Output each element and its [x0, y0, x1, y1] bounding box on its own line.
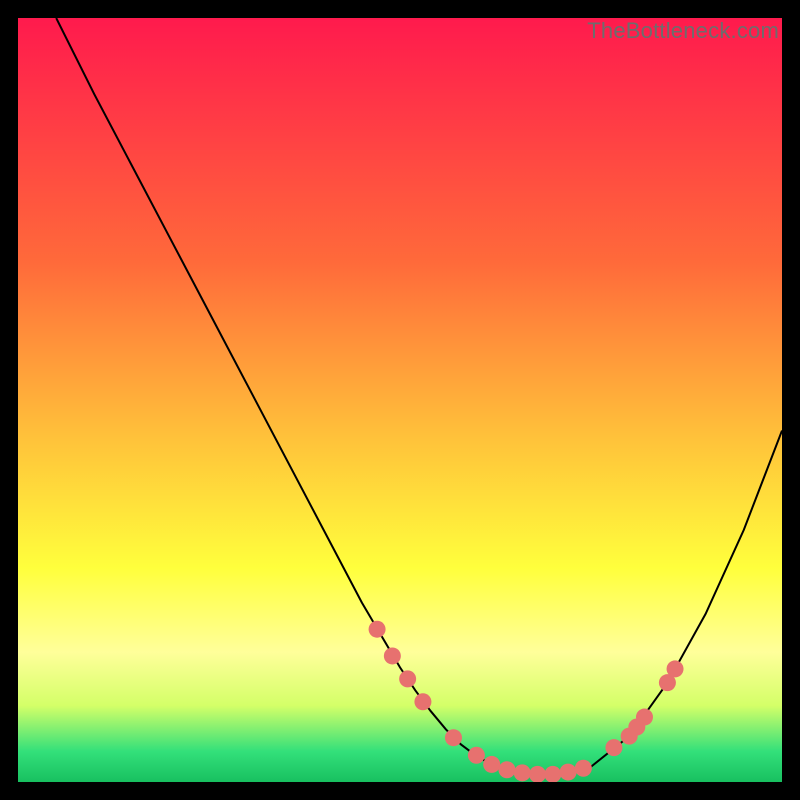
marker-dot	[514, 764, 531, 781]
marker-dot	[483, 756, 500, 773]
marker-dot	[575, 760, 592, 777]
marker-dot	[560, 764, 577, 781]
bottleneck-chart	[18, 18, 782, 782]
marker-dot	[369, 621, 386, 638]
marker-dot	[667, 660, 684, 677]
marker-dot	[445, 729, 462, 746]
marker-dot	[399, 670, 416, 687]
marker-dot	[384, 647, 401, 664]
marker-dot	[636, 709, 653, 726]
marker-dot	[498, 761, 515, 778]
marker-dot	[414, 693, 431, 710]
chart-frame: TheBottleneck.com	[18, 18, 782, 782]
marker-dot	[605, 739, 622, 756]
marker-dot	[468, 747, 485, 764]
watermark-text: TheBottleneck.com	[587, 18, 779, 44]
